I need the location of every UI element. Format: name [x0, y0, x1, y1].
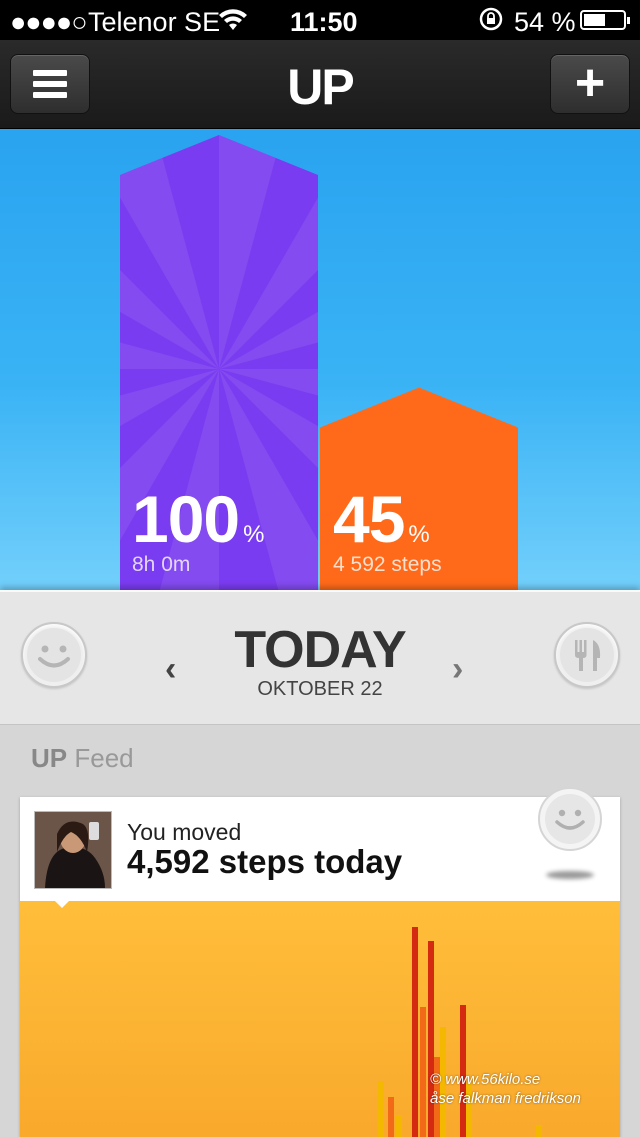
smiley-face-icon [545, 794, 595, 844]
day-date: OKTOBER 22 [257, 678, 383, 700]
plus-icon: + [574, 54, 606, 112]
watermark-line2: åse falkman fredrikson [430, 1090, 581, 1107]
watermark: © www.56kilo.se åse falkman fredrikson [430, 1070, 581, 1108]
feed-card-line1: You moved [127, 819, 242, 845]
activity-bar [412, 927, 418, 1137]
activity-bar [396, 1115, 402, 1137]
card-mood-shadow [546, 871, 594, 879]
feed-card-line2: 4,592 steps today [127, 843, 403, 880]
battery-percentage: 54 % [514, 7, 576, 37]
activity-bar [378, 1081, 384, 1137]
feed-heading-text: Feed [74, 743, 134, 773]
fork-knife-icon [560, 628, 614, 682]
daily-summary-chart[interactable]: 100% 8h 0m 45% 4 592 steps [0, 129, 640, 594]
battery-nub [627, 17, 630, 24]
move-percent-sign: % [408, 521, 430, 548]
wifi-icon [218, 8, 248, 39]
activity-bar [536, 1125, 542, 1137]
move-percent: 45 [333, 482, 405, 556]
signal-strength-indicator: ●●●●○ [10, 7, 88, 37]
battery-icon [580, 10, 630, 30]
move-steps: 4 592 steps [333, 553, 442, 576]
navigation-bar: UP + [0, 40, 640, 129]
sleep-metric: 100% 8h 0m [132, 481, 264, 577]
card-pointer [48, 894, 76, 908]
feed-heading-brand: UP [31, 743, 68, 773]
battery-level-fill [584, 14, 605, 26]
avatar[interactable] [34, 811, 112, 889]
food-button[interactable] [554, 622, 620, 688]
activity-bar [388, 1097, 394, 1137]
card-mood-button[interactable] [538, 787, 602, 851]
app-title: UP [287, 59, 354, 115]
sleep-percent-sign: % [243, 521, 265, 548]
watermark-line1: © www.56kilo.se [430, 1071, 541, 1088]
activity-bar [420, 1007, 426, 1137]
summary-bars [120, 135, 518, 594]
carrier-name: Telenor SE [88, 7, 221, 37]
sleep-percent: 100 [132, 482, 240, 556]
move-metric: 45% 4 592 steps [333, 481, 442, 577]
add-button[interactable]: + [550, 54, 630, 114]
feed-heading: UP Feed [31, 743, 134, 774]
clock: 11:50 [290, 7, 358, 37]
rotation-lock-icon [478, 6, 504, 39]
day-title: TODAY [234, 621, 406, 679]
day-panel: ‹ TODAY OKTOBER 22 › [0, 590, 640, 726]
next-day-arrow[interactable]: › [452, 650, 463, 689]
sleep-bar-rays [120, 135, 318, 594]
status-bar: ●●●●○ Telenor SE 11:50 54 % [0, 0, 640, 40]
